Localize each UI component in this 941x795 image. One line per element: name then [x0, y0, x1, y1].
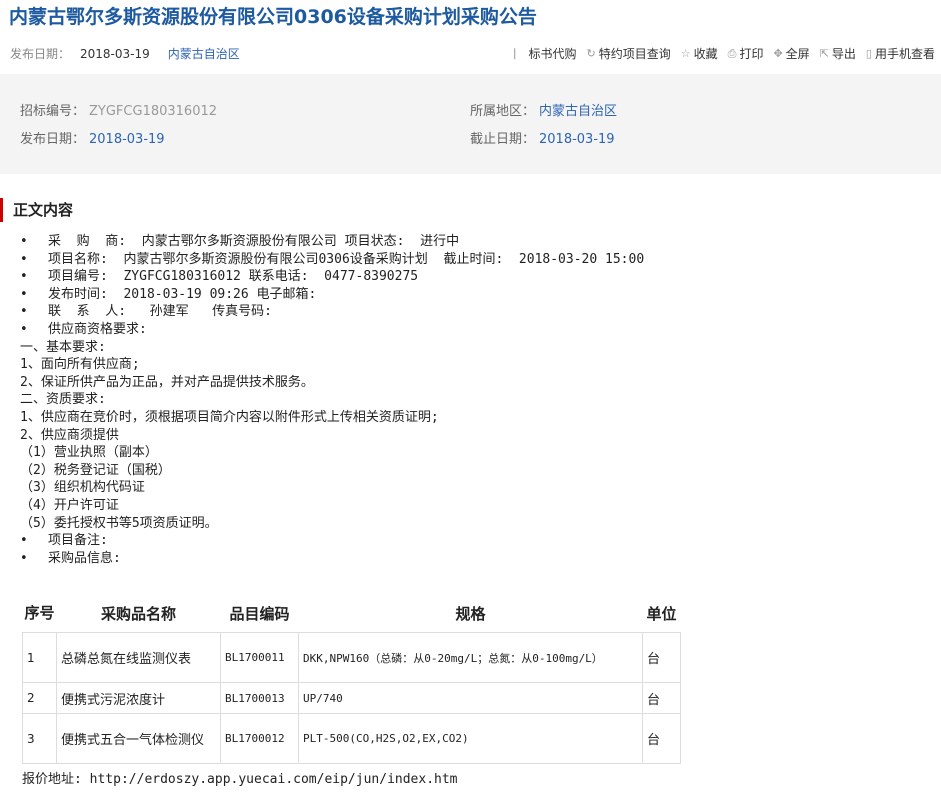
- body-line: 1、供应商在竞价时，须根据项目简介内容以附件形式上传相关资质证明;: [20, 409, 439, 425]
- mobile-icon: ▯: [865, 47, 872, 60]
- table-cell: BL1700011: [220, 632, 299, 683]
- table-cell: 3: [22, 713, 57, 764]
- info-region: 所属地区： 内蒙古自治区: [470, 100, 617, 119]
- body-line: 2、保证所供产品为正品，并对产品提供技术服务。: [20, 374, 314, 390]
- table-cell: BL1700012: [220, 713, 299, 764]
- bullet-item: 联 系 人: 孙建军 传真号码:: [20, 303, 644, 321]
- body-line: 1、面向所有供应商;: [20, 357, 140, 373]
- table-cell: 台: [642, 713, 681, 764]
- bullet-item: 项目名称: 内蒙古鄂尔多斯资源股份有限公司0306设备采购计划 截止时间: 20…: [20, 251, 644, 269]
- query-icon: ↻: [586, 47, 596, 60]
- bullet-item: 采购品信息:: [20, 550, 644, 568]
- tool-label: 打印: [739, 47, 764, 61]
- body-line: （2）税务登记证（国税）: [20, 462, 171, 478]
- tool-label: 导出: [831, 47, 856, 61]
- section-title: 正文内容: [0, 198, 73, 222]
- region-value[interactable]: 内蒙古自治区: [539, 104, 617, 119]
- table-cell: BL1700013: [220, 682, 299, 714]
- table-cell: 便携式五合一气体检测仪: [56, 713, 221, 764]
- tool-fullscreen[interactable]: ✥ 全屏: [773, 45, 809, 62]
- table-cell: 台: [642, 682, 681, 714]
- body-line: （3）组织机构代码证: [20, 480, 145, 496]
- col-header: 品目编码: [229, 604, 290, 623]
- table-cell: 总磷总氮在线监测仪表: [56, 632, 221, 683]
- toolbar: ⎸ 标书代购 ↻ 特约项目查询 ☆ 收藏 ⎙ 打印 ✥ 全屏 ⇱ 导出 ▯ 用手机查看: [514, 45, 935, 62]
- table-cell: 便携式污泥浓度计: [56, 682, 221, 714]
- deadline-label: 截止日期：: [470, 132, 536, 147]
- tool-label: 收藏: [693, 47, 718, 61]
- body-line: （1）营业执照（副本）: [20, 445, 158, 461]
- table-cell: 台: [642, 632, 681, 683]
- publish-meta: 发布日期： 2018-03-19 内蒙古自治区: [10, 45, 240, 62]
- table-cell: UP/740: [298, 682, 643, 714]
- bid-number-value: ZYGFCG180316012: [89, 104, 218, 119]
- info-publish: 发布日期： 2018-03-19: [20, 128, 165, 147]
- info-publish-value: 2018-03-19: [89, 132, 165, 147]
- col-header: 单位: [646, 604, 677, 623]
- table-row: 3 便携式五合一气体检测仪 BL1700012 PLT-500(CO,H2S,O2,E…: [22, 713, 681, 764]
- publish-label: 发布日期：: [10, 47, 71, 61]
- body-line: 一、基本要求:: [20, 339, 106, 355]
- info-publish-label: 发布日期：: [20, 132, 86, 147]
- tool-label: 标书代购: [528, 47, 577, 61]
- table-row: 1 总磷总氮在线监测仪表 BL1700011 DKK,NPW160（总磷：从0-20m…: [22, 632, 681, 683]
- deadline-value: 2018-03-19: [539, 132, 615, 147]
- tool-mobile[interactable]: ▯ 用手机查看: [866, 45, 935, 62]
- table-header-row: 序号 采购品名称 品目编码 规格 单位: [23, 594, 681, 633]
- announcement-body: 采 购 商: 内蒙古鄂尔多斯资源股份有限公司 项目状态: 进行中项目名称: 内蒙…: [20, 233, 644, 567]
- info-deadline: 截止日期： 2018-03-19: [470, 128, 615, 147]
- region-label: 所属地区：: [470, 104, 536, 119]
- tool-label: 特约项目查询: [598, 47, 671, 61]
- bullet-item: 项目编号: ZYGFCG180316012 联系电话: 0477-8390275: [20, 268, 644, 286]
- bullet-item: 项目备注:: [20, 532, 644, 550]
- bid-number: 招标编号： ZYGFCG180316012: [20, 100, 217, 119]
- fullscreen-icon: ✥: [773, 47, 783, 60]
- tool-export[interactable]: ⇱ 导出: [820, 45, 856, 62]
- body-line: 2、供应商须提供: [20, 427, 119, 443]
- star-icon: ☆: [680, 47, 691, 60]
- tool-print[interactable]: ⎙ 打印: [728, 45, 764, 62]
- bullet-item: 供应商资格要求:: [20, 321, 644, 339]
- bookmark-icon: ⎸: [514, 46, 526, 60]
- body-line: （5）委托授权书等5项资质证明。: [20, 515, 218, 531]
- tool-label: 全屏: [785, 47, 810, 61]
- print-icon: ⎙: [727, 46, 737, 60]
- tool-special-query[interactable]: ↻ 特约项目查询: [587, 45, 671, 62]
- bid-number-label: 招标编号：: [20, 104, 86, 119]
- region-link[interactable]: 内蒙古自治区: [168, 47, 240, 61]
- col-header: 规格: [455, 604, 486, 623]
- page-title: 内蒙古鄂尔多斯资源股份有限公司0306设备采购计划采购公告: [9, 6, 537, 28]
- export-icon: ⇱: [819, 47, 829, 60]
- body-line: 二、资质要求:: [20, 392, 106, 408]
- tool-label: 用手机查看: [874, 47, 935, 61]
- bullet-item: 采 购 商: 内蒙古鄂尔多斯资源股份有限公司 项目状态: 进行中: [20, 233, 644, 251]
- items-table: 序号 采购品名称 品目编码 规格 单位 1 总磷总氮在线监测仪表 BL1700011…: [22, 594, 681, 764]
- col-header: 采购品名称: [100, 604, 176, 623]
- table-cell: 1: [22, 632, 57, 683]
- tool-favorite[interactable]: ☆ 收藏: [681, 45, 718, 62]
- quote-address[interactable]: 报价地址: http://erdoszy.app.yuecai.com/eip/…: [22, 768, 458, 787]
- bullet-item: 发布时间: 2018-03-19 09:26 电子邮箱:: [20, 286, 644, 304]
- info-panel: 招标编号： ZYGFCG180316012 所属地区： 内蒙古自治区 发布日期： 20…: [0, 74, 941, 174]
- tool-bid-purchase[interactable]: ⎸ 标书代购: [514, 45, 576, 62]
- table-cell: PLT-500(CO,H2S,O2,EX,CO2): [298, 713, 643, 764]
- table-cell: DKK,NPW160（总磷：从0-20mg/L；总氮：从0-100mg/L）: [298, 632, 643, 683]
- body-line: （4）开户许可证: [20, 497, 119, 513]
- table-row: 2 便携式污泥浓度计 BL1700013 UP/740 台: [22, 682, 681, 714]
- col-header: 序号: [24, 604, 55, 622]
- table-cell: 2: [22, 682, 57, 714]
- publish-date: 2018-03-19: [80, 47, 150, 61]
